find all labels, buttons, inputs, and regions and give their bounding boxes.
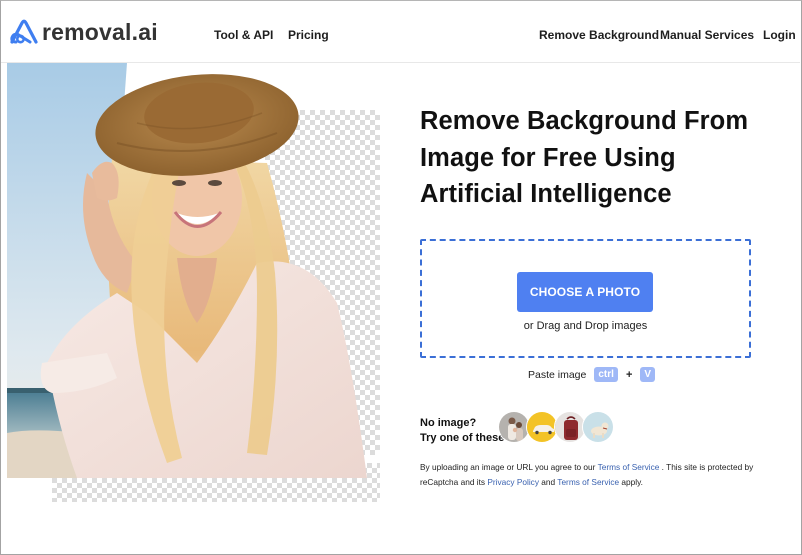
site-header: removal.ai Tool & API Pricing Remove Bac… bbox=[1, 1, 800, 63]
dog-photo-icon bbox=[583, 412, 613, 442]
removal-ai-logo-icon bbox=[10, 19, 38, 44]
sample-images bbox=[498, 411, 614, 443]
samples-label: No image? Try one of these bbox=[420, 416, 504, 446]
nav-login[interactable]: Login bbox=[763, 28, 796, 42]
plus-sign: + bbox=[625, 368, 633, 381]
drag-drop-hint: or Drag and Drop images bbox=[523, 320, 648, 332]
choose-photo-button[interactable]: CHOOSE A PHOTO bbox=[517, 272, 653, 312]
legal-text: By uploading an image or URL you agree t… bbox=[420, 462, 598, 472]
headline-line-3: Artificial Intelligence bbox=[420, 180, 672, 208]
nav-remove-background[interactable]: Remove Background bbox=[539, 28, 659, 42]
paste-label: Paste image bbox=[528, 368, 587, 381]
logo-link[interactable]: removal.ai bbox=[8, 18, 158, 46]
sample-dog[interactable] bbox=[582, 411, 614, 443]
hero-image bbox=[7, 63, 387, 508]
page-headline: Remove Background From Image for Free Us… bbox=[420, 103, 780, 213]
legal-text: apply. bbox=[619, 476, 643, 487]
samples-label-line-1: No image? bbox=[420, 417, 477, 429]
privacy-policy-link[interactable]: Privacy Policy bbox=[487, 477, 539, 487]
woman-beach-photo bbox=[7, 63, 367, 478]
legal-notice: By uploading an image or URL you agree t… bbox=[420, 460, 760, 489]
terms-of-service-link-2[interactable]: Terms of Service bbox=[557, 477, 619, 487]
headline-line-2: Image for Free Using bbox=[420, 143, 676, 172]
logo-text: removal.ai bbox=[42, 19, 158, 45]
samples-label-line-2: Try one of these bbox=[420, 432, 505, 444]
upload-drop-zone[interactable]: CHOOSE A PHOTO or Drag and Drop images bbox=[420, 239, 751, 358]
headline-line-1: Remove Background From bbox=[420, 107, 749, 135]
paste-hint: Paste image ctrl + V bbox=[528, 367, 656, 382]
nav-pricing[interactable]: Pricing bbox=[288, 28, 329, 42]
v-key-badge: V bbox=[640, 367, 656, 382]
ctrl-key-badge: ctrl bbox=[594, 367, 618, 382]
nav-manual-services[interactable]: Manual Services bbox=[660, 28, 754, 42]
legal-text: and bbox=[538, 476, 558, 487]
terms-of-service-link[interactable]: Terms of Service bbox=[598, 462, 660, 472]
nav-tool-api[interactable]: Tool & API bbox=[214, 28, 273, 42]
